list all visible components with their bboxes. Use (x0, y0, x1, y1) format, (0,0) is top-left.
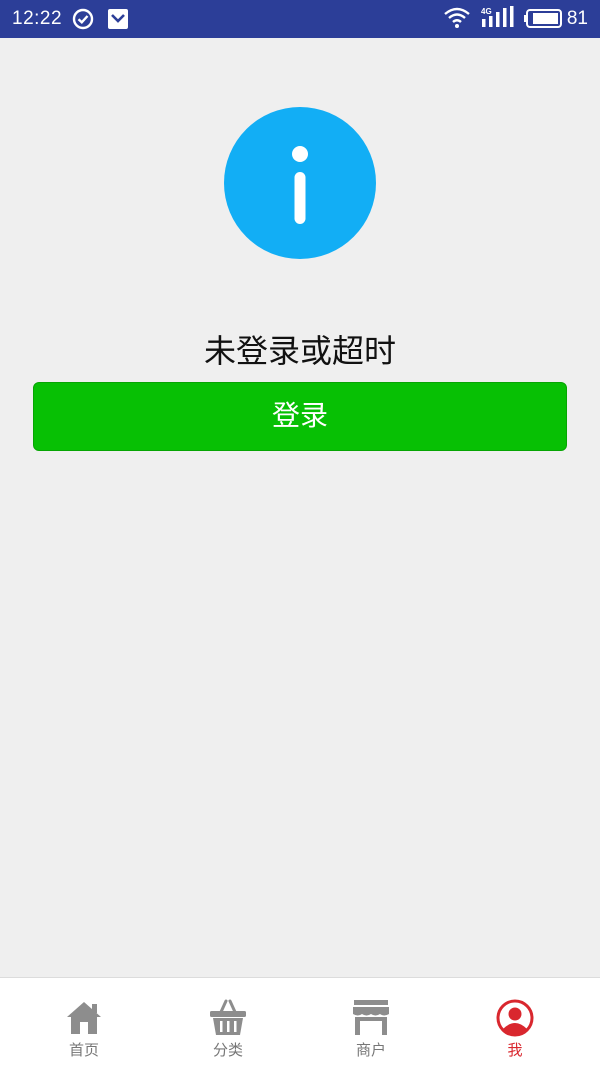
signal-icon: 4G (480, 5, 514, 35)
tab-home[interactable]: 首页 (9, 978, 159, 1067)
tab-label: 分类 (212, 1041, 243, 1059)
wifi-icon (444, 7, 470, 33)
home-icon (64, 998, 104, 1038)
tab-label: 我 (507, 1041, 523, 1059)
status-bar: 12:22 4G 81 (0, 0, 600, 38)
user-icon (495, 998, 535, 1038)
battery-icon (524, 9, 564, 33)
login-button[interactable]: 登录 (33, 382, 567, 451)
basket-icon (208, 998, 248, 1038)
status-time: 12:22 (12, 8, 63, 29)
tab-label: 首页 (68, 1041, 99, 1059)
network-type: 4G (481, 7, 492, 16)
store-icon (351, 998, 391, 1038)
info-icon (224, 107, 376, 259)
tab-me[interactable]: 我 (440, 978, 590, 1067)
tab-merchant[interactable]: 商户 (296, 978, 446, 1067)
check-circle-icon (72, 8, 94, 34)
tab-label: 商户 (355, 1041, 386, 1059)
status-message: 未登录或超时 (203, 332, 396, 370)
screen: 12:22 4G 81 未登录或超时 登录 首页 分类 商户 我 (0, 0, 600, 1067)
battery-level: 81 (566, 8, 588, 29)
tab-category[interactable]: 分类 (153, 978, 303, 1067)
mail-box-icon (107, 8, 129, 34)
tab-bar: 首页 分类 商户 我 (0, 977, 600, 1067)
